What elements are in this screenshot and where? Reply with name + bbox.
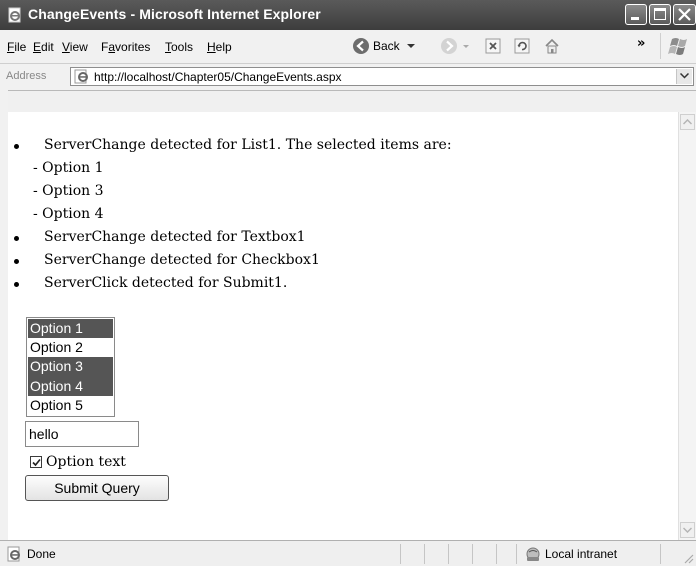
forward-dropdown-icon[interactable]	[461, 37, 471, 55]
toolbar-overflow-chevron[interactable]: »	[637, 36, 645, 51]
text-input[interactable]: hello	[25, 421, 139, 447]
close-icon	[678, 8, 691, 21]
chevron-up-icon	[682, 118, 693, 125]
back-dropdown-icon[interactable]	[404, 41, 418, 51]
refresh-icon[interactable]	[513, 37, 531, 55]
back-label: Back	[373, 39, 400, 53]
address-url: http://localhost/Chapter05/ChangeEvents.…	[94, 70, 342, 84]
title-bar[interactable]: ChangeEvents - Microsoft Internet Explor…	[0, 0, 696, 30]
stop-icon[interactable]	[484, 37, 502, 55]
message-item: ServerChange detected for Checkbox1	[8, 249, 452, 272]
chevron-down-icon	[682, 527, 693, 534]
status-divider	[496, 544, 497, 564]
maximize-icon	[654, 8, 666, 20]
status-divider	[424, 544, 425, 564]
window-title: ChangeEvents - Microsoft Internet Explor…	[28, 6, 321, 22]
menu-edit[interactable]: Edit	[33, 40, 54, 54]
frame-border	[0, 90, 8, 540]
ie-page-icon	[8, 7, 21, 23]
message-subitem: - Option 4	[33, 206, 104, 222]
listbox-option-1[interactable]: Option 1	[28, 319, 113, 339]
chevron-down-icon	[679, 72, 690, 79]
back-arrow-icon	[353, 38, 369, 54]
message-item: ServerChange detected for List1. The sel…	[8, 134, 452, 157]
options-listbox[interactable]: Option 1 Option 2 Option 3 Option 4 Opti…	[26, 317, 115, 417]
listbox-option-5[interactable]: Option 5	[28, 396, 113, 415]
page-icon	[74, 69, 88, 84]
menu-help[interactable]: Help	[207, 40, 232, 54]
menu-bar: File Edit View Favorites Tools Help Back	[0, 30, 696, 64]
status-bar: Done Local intranet	[0, 540, 696, 566]
listbox-option-4[interactable]: Option 4	[28, 376, 113, 396]
menu-tools[interactable]: Tools	[165, 40, 193, 54]
page-content: ServerChange detected for List1. The sel…	[8, 112, 678, 540]
minimize-button[interactable]	[625, 4, 647, 25]
checkmark-icon	[32, 458, 41, 467]
address-field[interactable]: http://localhost/Chapter05/ChangeEvents.…	[70, 67, 694, 86]
browser-window: ChangeEvents - Microsoft Internet Explor…	[0, 0, 696, 566]
message-subitem: - Option 1	[33, 160, 104, 176]
minimize-icon	[631, 17, 639, 20]
address-dropdown-button[interactable]	[676, 69, 692, 84]
windows-logo	[660, 33, 695, 59]
submit-button[interactable]: Submit Query	[25, 475, 169, 501]
listbox-option-3[interactable]: Option 3	[28, 357, 113, 377]
message-item: ServerChange detected for Textbox1	[8, 226, 452, 249]
status-text: Done	[27, 547, 56, 561]
intranet-zone-icon	[526, 547, 540, 561]
windows-flag-icon	[668, 38, 687, 55]
scroll-down-button[interactable]	[680, 522, 695, 538]
status-divider	[516, 544, 517, 564]
home-icon[interactable]	[543, 37, 561, 55]
forward-arrow-icon[interactable]	[440, 37, 458, 55]
listbox-option-2[interactable]: Option 2	[28, 338, 113, 357]
done-page-icon	[7, 546, 20, 562]
menu-file[interactable]: File	[7, 40, 26, 54]
message-subitem: - Option 3	[33, 183, 104, 199]
menu-favorites[interactable]: Favorites	[101, 40, 150, 54]
status-divider	[660, 544, 661, 564]
event-messages: ServerChange detected for List1. The sel…	[8, 134, 452, 295]
status-divider	[400, 544, 401, 564]
message-item: ServerClick detected for Submit1.	[8, 272, 452, 295]
option-checkbox-row: Option text	[30, 452, 126, 472]
address-label: Address	[6, 70, 47, 82]
option-checkbox[interactable]	[30, 456, 42, 468]
security-zone-text: Local intranet	[545, 547, 618, 561]
resize-grip-icon[interactable]	[682, 552, 694, 564]
status-divider	[472, 544, 473, 564]
maximize-button[interactable]	[649, 4, 671, 25]
scroll-up-button[interactable]	[680, 114, 695, 130]
address-bar: Address http://localhost/Chapter05/Chang…	[0, 64, 696, 91]
checkbox-label[interactable]: Option text	[46, 454, 126, 470]
back-button[interactable]: Back	[352, 35, 418, 57]
vertical-scrollbar[interactable]	[678, 112, 696, 540]
status-divider	[448, 544, 449, 564]
close-button[interactable]	[673, 4, 696, 25]
menu-view[interactable]: View	[62, 40, 88, 54]
